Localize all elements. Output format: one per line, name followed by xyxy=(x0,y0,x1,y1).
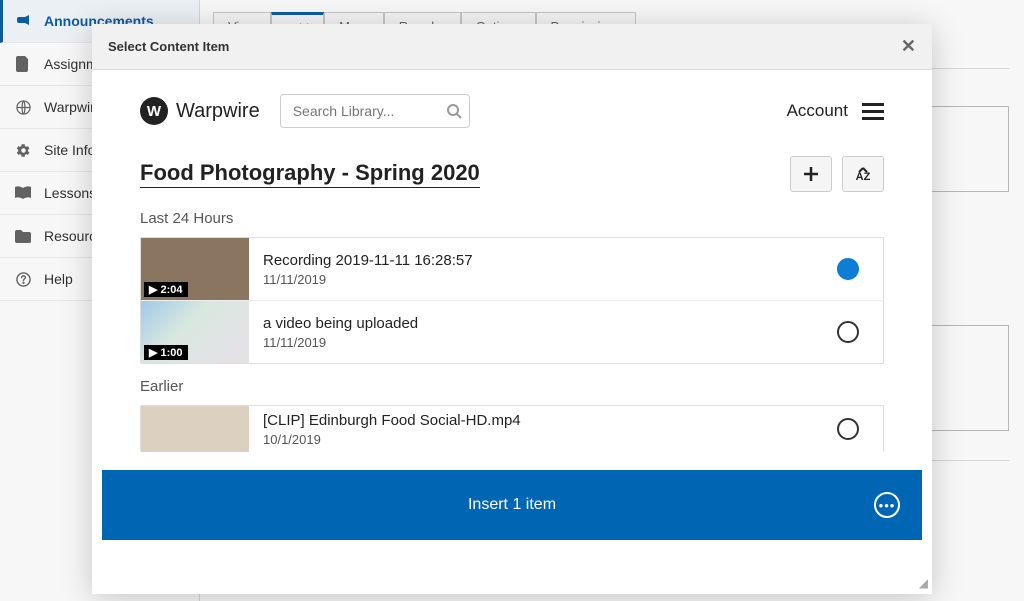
modal-header: Select Content Item ✕ xyxy=(92,24,932,70)
select-radio-wrap[interactable] xyxy=(813,321,883,343)
media-info: Recording 2019-11-11 16:28:57 11/11/2019 xyxy=(249,244,813,295)
section-label: Last 24 Hours xyxy=(140,210,884,227)
radio-icon xyxy=(837,321,859,343)
menu-icon[interactable] xyxy=(862,103,884,120)
insert-label: Insert 1 item xyxy=(468,496,556,514)
resize-handle-icon[interactable]: ◢ xyxy=(919,576,928,590)
warpwire-brand: W Warpwire xyxy=(140,97,260,125)
media-date: 11/11/2019 xyxy=(263,335,799,350)
warpwire-logo-icon: W xyxy=(140,97,168,125)
search-wrap xyxy=(280,94,470,128)
close-icon[interactable]: ✕ xyxy=(901,36,916,57)
media-info: [CLIP] Edinburgh Food Social-HD.mp4 10/1… xyxy=(249,406,813,452)
radio-selected-icon xyxy=(837,258,859,280)
modal-title: Select Content Item xyxy=(108,39,229,54)
brand-row: W Warpwire Account xyxy=(140,94,884,128)
brand-text: Warpwire xyxy=(176,100,260,123)
insert-button[interactable]: Insert 1 item ••• xyxy=(102,470,922,540)
select-radio-wrap[interactable] xyxy=(813,258,883,280)
search-input[interactable] xyxy=(280,94,470,128)
select-radio-wrap[interactable] xyxy=(813,418,883,440)
add-button[interactable] xyxy=(790,156,832,192)
media-date: 11/11/2019 xyxy=(263,272,799,287)
radio-icon xyxy=(837,418,859,440)
library-header: Food Photography - Spring 2020 AZ xyxy=(140,156,884,192)
media-title: a video being uploaded xyxy=(263,315,799,332)
media-item[interactable]: ▶ 1:00 a video being uploaded 11/11/2019 xyxy=(141,301,883,363)
duration-badge: ▶ 1:00 xyxy=(144,345,188,360)
media-list: ▶ 2:04 Recording 2019-11-11 16:28:57 11/… xyxy=(140,237,884,364)
content-picker-modal: Select Content Item ✕ W Warpwire Account… xyxy=(92,24,932,594)
duration-badge: ▶ 2:04 xyxy=(144,282,188,297)
media-list: [CLIP] Edinburgh Food Social-HD.mp4 10/1… xyxy=(140,405,884,452)
media-title: Recording 2019-11-11 16:28:57 xyxy=(263,252,799,269)
thumbnail: ▶ 1:00 xyxy=(141,301,249,363)
account-link[interactable]: Account xyxy=(787,101,848,121)
media-title: [CLIP] Edinburgh Food Social-HD.mp4 xyxy=(263,412,799,429)
library-actions: AZ xyxy=(790,156,884,192)
account-area: Account xyxy=(787,101,884,121)
search-icon xyxy=(446,103,462,119)
media-item[interactable]: ▶ 2:04 Recording 2019-11-11 16:28:57 11/… xyxy=(141,238,883,301)
sort-button[interactable]: AZ xyxy=(842,156,884,192)
section-label: Earlier xyxy=(140,378,884,395)
library-title[interactable]: Food Photography - Spring 2020 xyxy=(140,160,480,188)
media-item[interactable]: [CLIP] Edinburgh Food Social-HD.mp4 10/1… xyxy=(141,406,883,452)
media-date: 10/1/2019 xyxy=(263,432,799,447)
thumbnail: ▶ 2:04 xyxy=(141,238,249,300)
media-info: a video being uploaded 11/11/2019 xyxy=(249,307,813,358)
thumbnail xyxy=(141,406,249,452)
more-options-icon[interactable]: ••• xyxy=(874,492,900,518)
